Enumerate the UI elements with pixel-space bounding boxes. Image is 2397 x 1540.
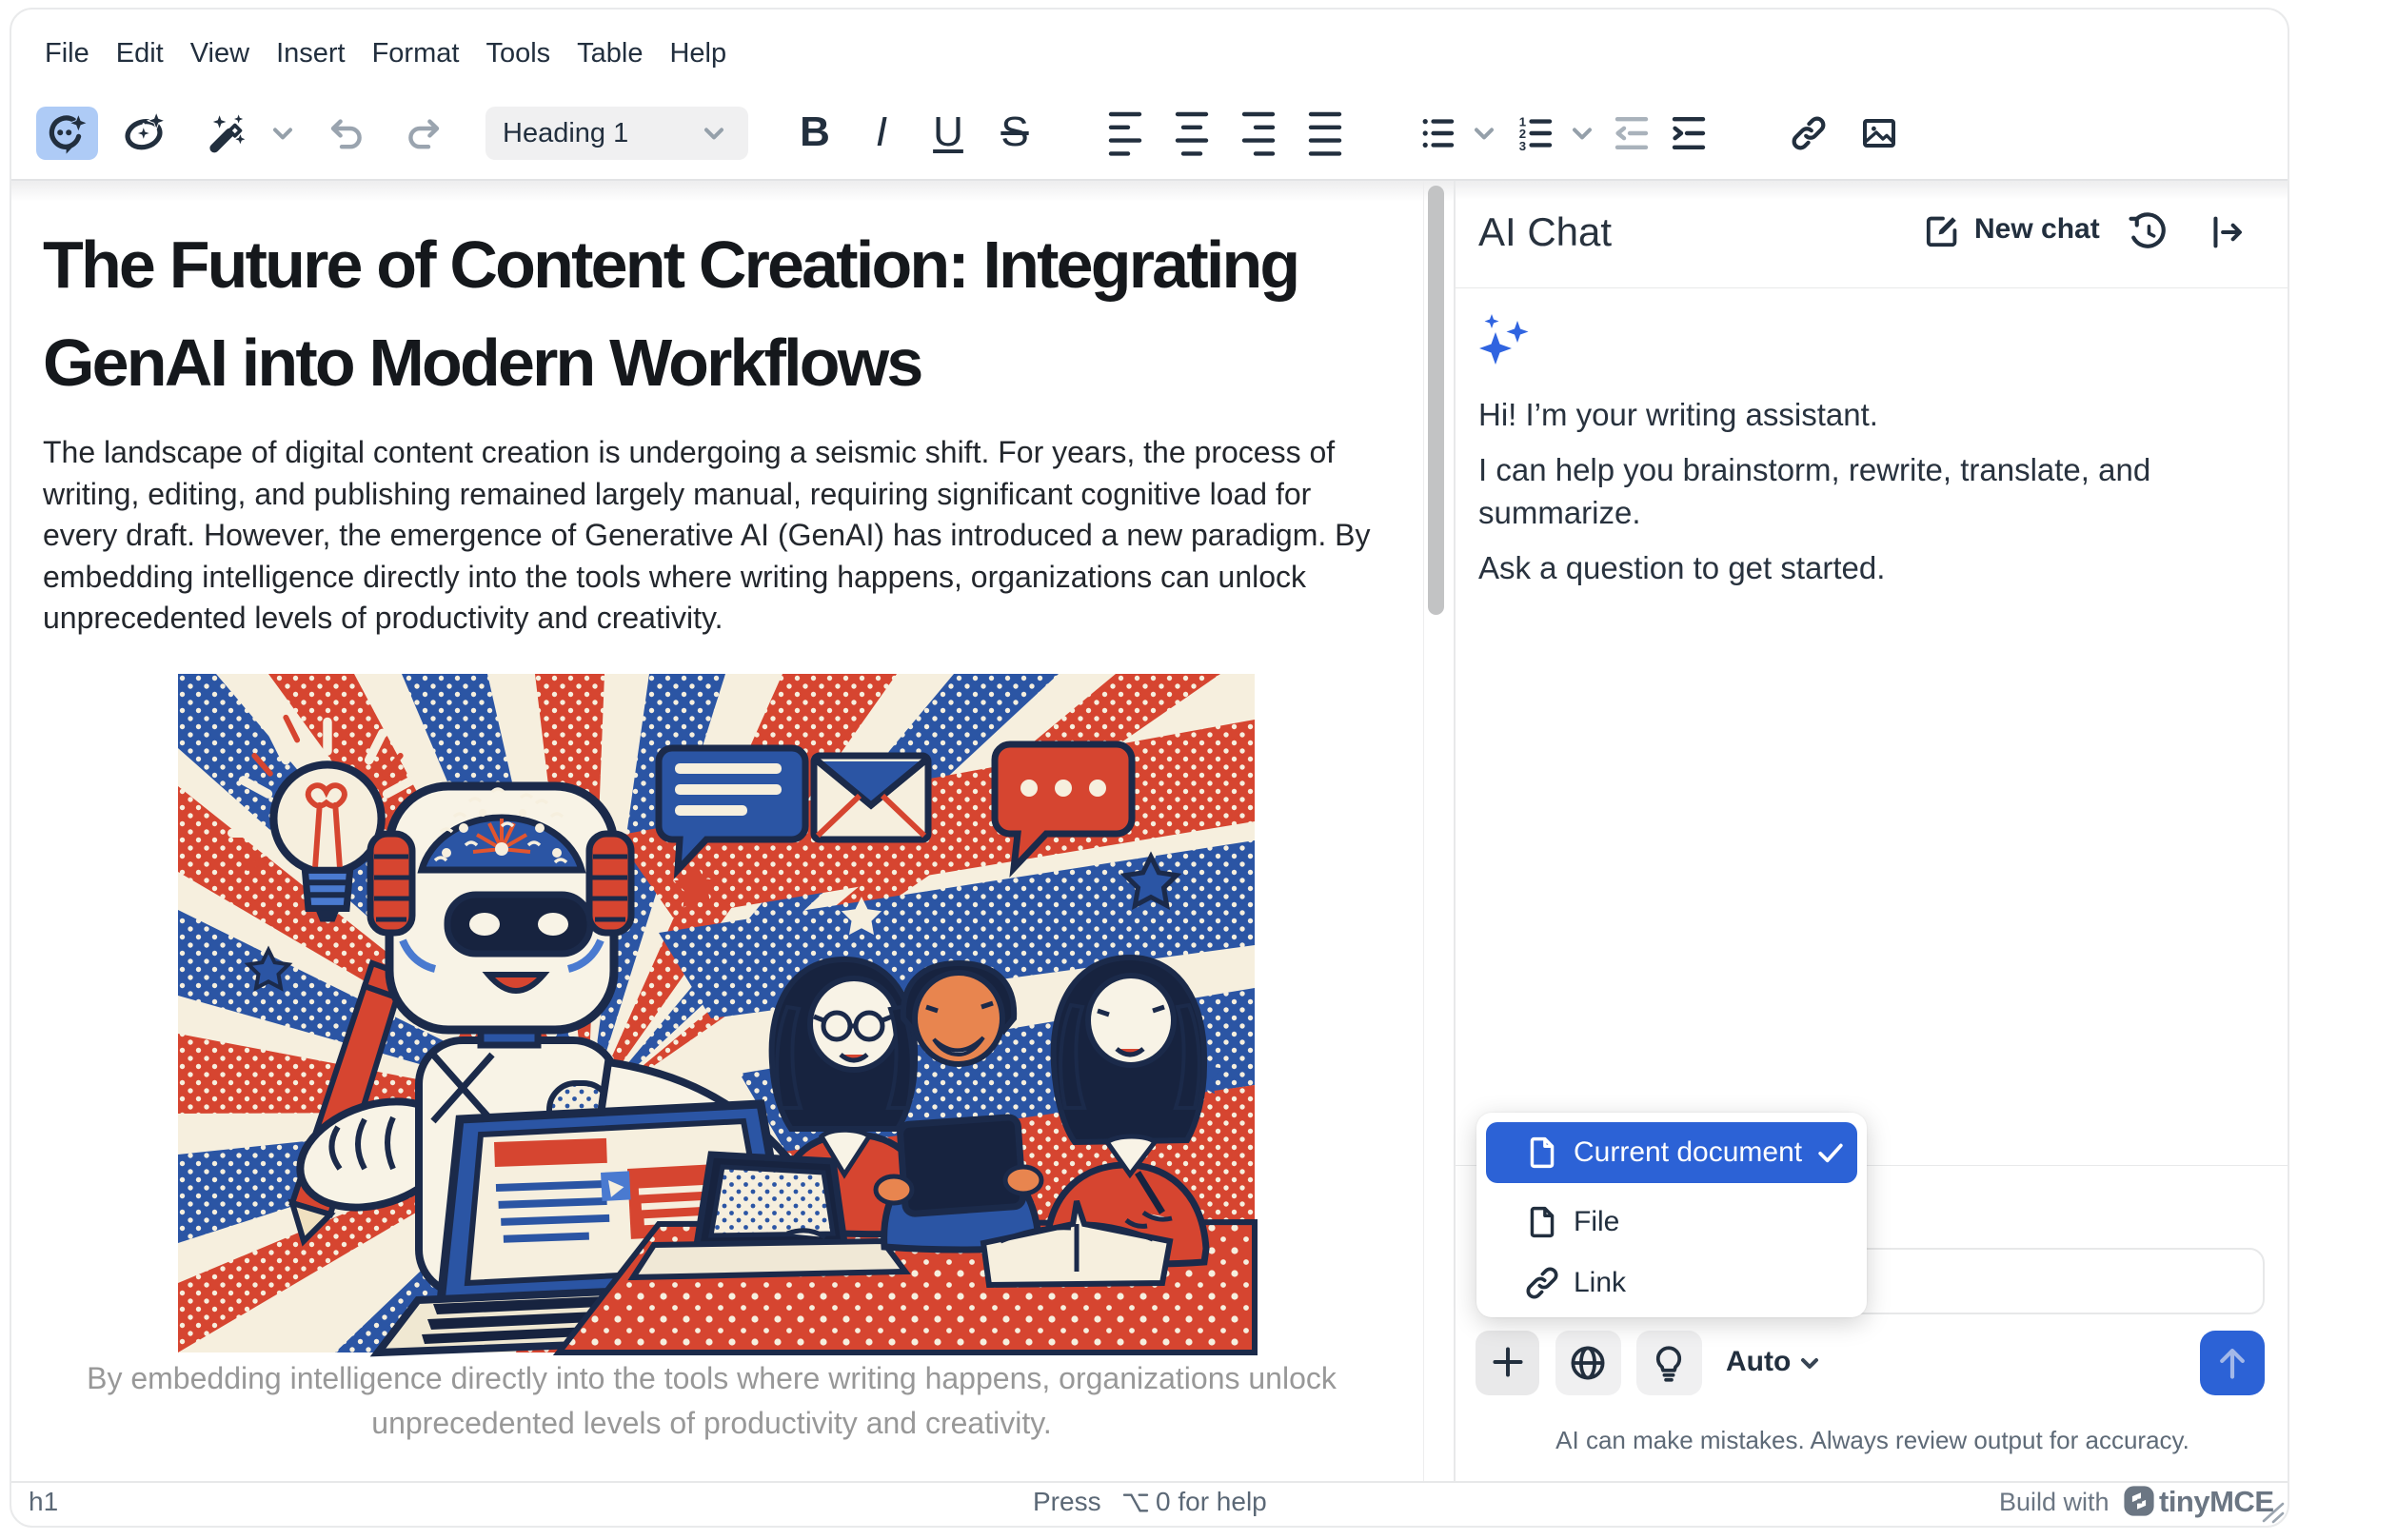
svg-text:3: 3 [1519,139,1526,153]
